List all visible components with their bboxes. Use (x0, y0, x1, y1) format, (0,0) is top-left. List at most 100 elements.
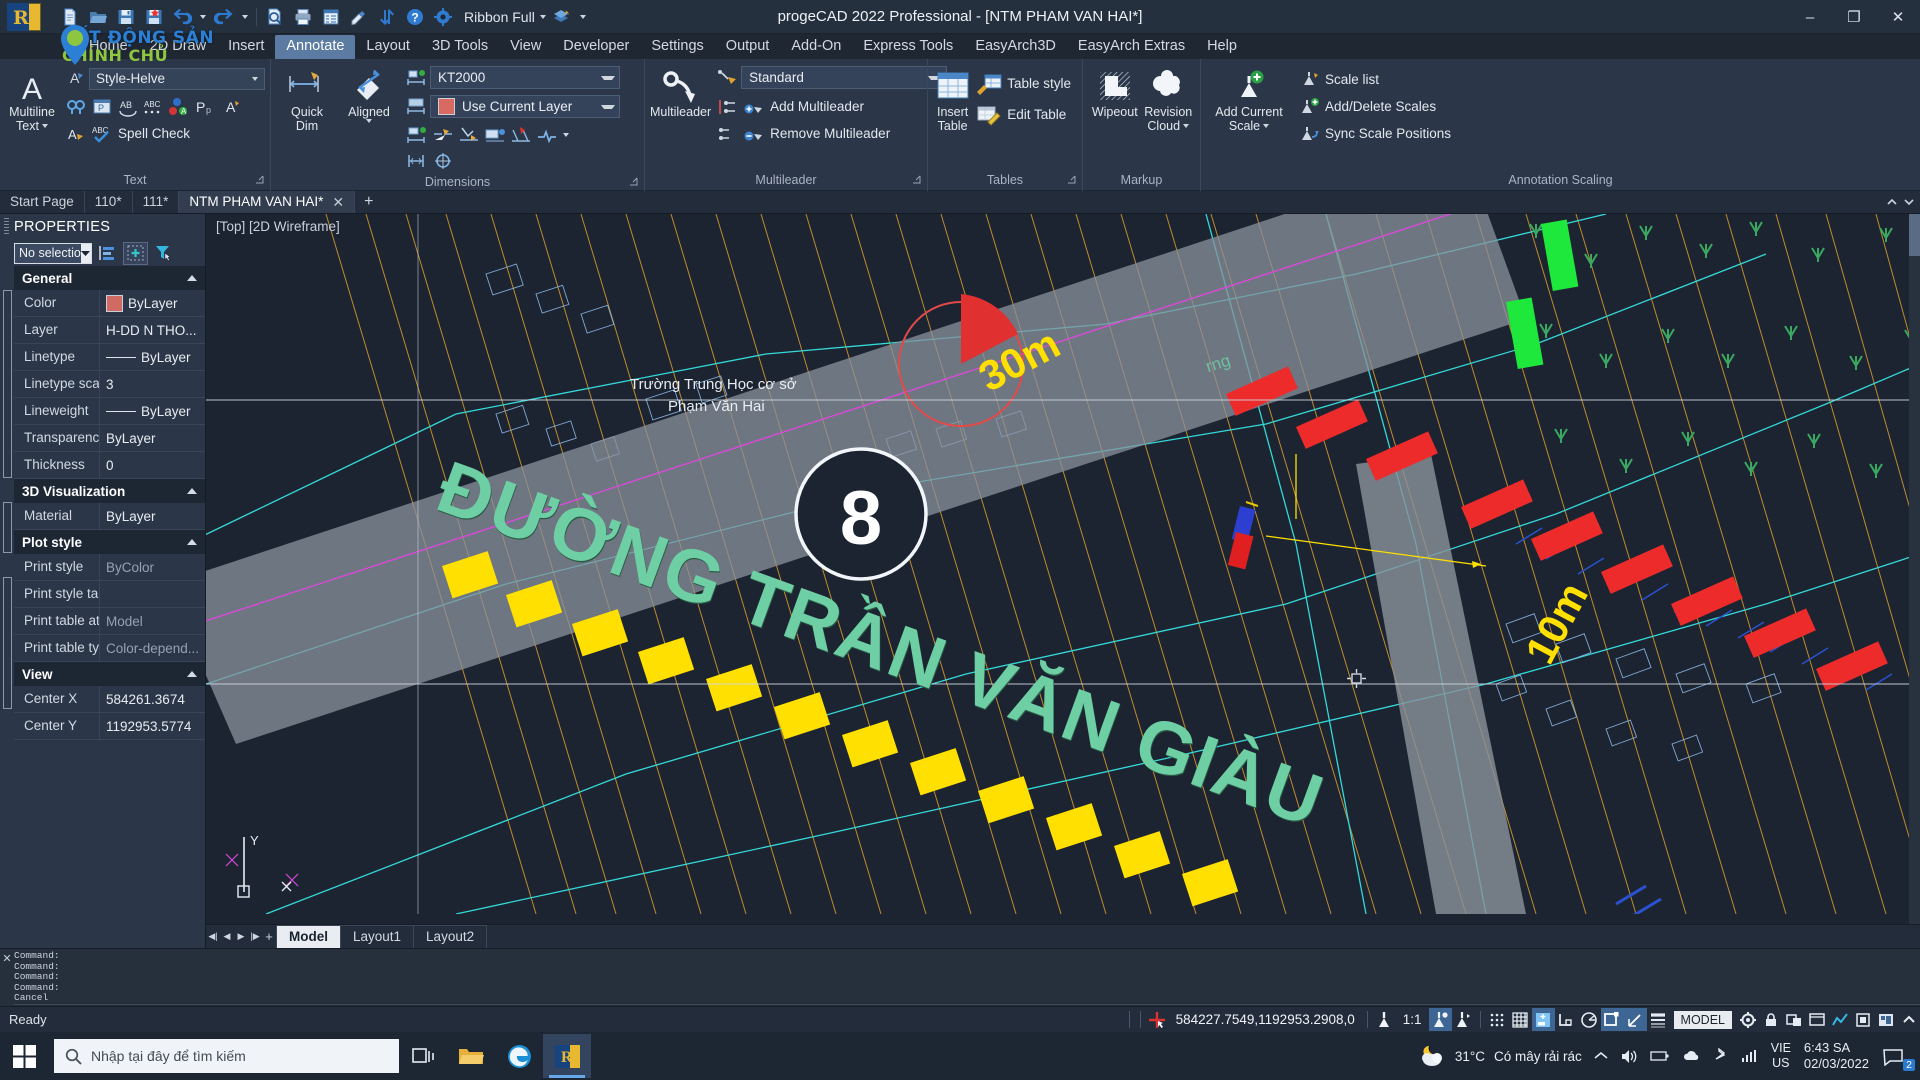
lock-icon[interactable] (1759, 1008, 1782, 1031)
insert-table-button[interactable]: Insert Table (933, 65, 972, 133)
panel-dialog-launcher-icon[interactable] (1067, 175, 1076, 184)
dim-update-icon[interactable] (456, 122, 481, 147)
model-tab[interactable]: Model (276, 925, 341, 948)
tab-add-on[interactable]: Add-On (780, 35, 852, 59)
ortho-icon[interactable] (1555, 1008, 1578, 1031)
network-icon[interactable] (1734, 1032, 1765, 1080)
layout2-tab[interactable]: Layout2 (413, 925, 488, 948)
tab-easyarch-extras[interactable]: EasyArch Extras (1067, 35, 1196, 59)
sync-icon[interactable] (374, 4, 400, 30)
text-explode-icon[interactable]: A (219, 94, 244, 119)
volume-icon[interactable] (1614, 1032, 1644, 1080)
close-button[interactable]: ✕ (1876, 0, 1920, 34)
aligned-dim-button[interactable]: Aligned (338, 65, 400, 123)
property-row-print-table-type[interactable]: Print table type Color-depend... (14, 635, 205, 662)
panel-dialog-launcher-icon[interactable] (912, 175, 921, 184)
property-row-center-x[interactable]: Center X 584261.3674 (14, 686, 205, 713)
language-indicator[interactable]: VIE US (1765, 1041, 1797, 1071)
undo-icon[interactable] (169, 4, 195, 30)
notifications-button[interactable]: 2 (1876, 1032, 1920, 1080)
minimize-button[interactable]: – (1788, 0, 1832, 34)
dim-more-icon[interactable] (560, 122, 572, 147)
property-row-layer[interactable]: Layer H-DD N THO... (14, 317, 205, 344)
property-row-lineweight[interactable]: Lineweight ByLayer (14, 398, 205, 425)
new-document-button[interactable]: + (355, 191, 382, 213)
layer-tools-icon[interactable] (548, 4, 574, 30)
dim-tolerance-icon[interactable] (404, 148, 429, 173)
dim-layer-combo[interactable]: Use Current Layer (430, 95, 620, 118)
progecad-icon[interactable]: R (543, 1034, 591, 1078)
annotation-icon[interactable] (1373, 1008, 1396, 1031)
panel-dialog-launcher-icon[interactable] (629, 177, 638, 186)
panel-dialog-launcher-icon[interactable] (255, 175, 264, 184)
save-as-icon[interactable] (141, 4, 167, 30)
command-window[interactable]: ✕ Command: Command: Command: Command: Ca… (0, 948, 1920, 1016)
help-icon[interactable]: ? (402, 4, 428, 30)
dim-jog-icon[interactable] (534, 122, 559, 147)
scale-list-button[interactable]: Scale list (1296, 67, 1915, 92)
quick-dim-button[interactable]: Quick Dim (276, 65, 338, 133)
tab-3d-tools[interactable]: 3D Tools (421, 35, 499, 59)
dim-break-icon[interactable] (404, 122, 429, 147)
annotation-scale[interactable]: 1:1 (1396, 1012, 1429, 1027)
cad-drawing[interactable]: 8 (206, 214, 1920, 914)
redo-dropdown-icon[interactable] (239, 4, 251, 30)
layout1-tab[interactable]: Layout1 (340, 925, 415, 948)
doc-tab-111[interactable]: 111* (133, 191, 180, 213)
text-color-change-icon[interactable]: A (167, 94, 192, 119)
add-multileader-button[interactable]: Add Multileader (741, 94, 870, 119)
object-snap-icon[interactable] (1600, 1008, 1624, 1031)
selection-combo[interactable]: No selectio (14, 242, 92, 264)
clean-screen-icon[interactable] (1805, 1008, 1828, 1031)
scroll-up-icon[interactable] (1885, 195, 1899, 209)
performance-icon[interactable] (1828, 1008, 1851, 1031)
bluetooth-icon[interactable] (1708, 1032, 1734, 1080)
dim-center-mark-icon[interactable] (430, 148, 455, 173)
dim-style-icon[interactable] (404, 65, 429, 90)
add-delete-scales-button[interactable]: Add/Delete Scales (1296, 94, 1915, 119)
first-layout-icon[interactable]: ◀| (206, 928, 220, 946)
onedrive-icon[interactable] (1676, 1032, 1708, 1080)
polar-tracking-icon[interactable] (1578, 1008, 1601, 1031)
battery-icon[interactable] (1644, 1032, 1676, 1080)
properties-icon[interactable] (318, 4, 344, 30)
tab-annotate[interactable]: Annotate (275, 35, 356, 59)
print-preview-icon[interactable] (262, 4, 288, 30)
dim-edit-icon[interactable] (482, 122, 507, 147)
property-row-print-style[interactable]: Print style ByColor (14, 554, 205, 581)
new-layout-icon[interactable]: + (262, 928, 276, 946)
property-row-print-table-attached[interactable]: Print table att... Model (14, 608, 205, 635)
hardware-accel-icon[interactable] (1851, 1008, 1874, 1031)
windows-start-icon[interactable] (0, 1032, 48, 1080)
spell-check-button[interactable]: ABC Spell Check (89, 121, 196, 146)
doc-tab-ntm-pham-van-hai[interactable]: NTM PHAM VAN HAI* ✕ (179, 191, 356, 213)
annotation-visibility-icon[interactable] (1428, 1008, 1452, 1031)
table-style-button[interactable]: Table style (974, 71, 1077, 96)
properties-group-general[interactable]: General (14, 266, 205, 290)
sync-scale-positions-button[interactable]: Sync Scale Positions (1296, 121, 1915, 146)
isolate-objects-icon[interactable] (1782, 1008, 1805, 1031)
wipeout-button[interactable]: Wipeout (1088, 65, 1142, 119)
properties-group-3d-visualization[interactable]: 3D Visualization (14, 479, 205, 503)
new-file-icon[interactable] (57, 4, 83, 30)
workspace-icon[interactable] (1874, 1008, 1897, 1031)
text-edit-icon[interactable]: P (89, 94, 114, 119)
text-style-icon[interactable]: A (63, 65, 88, 90)
text-convert-icon[interactable]: A (63, 121, 88, 146)
scroll-down-icon[interactable] (1902, 195, 1916, 209)
tab-developer[interactable]: Developer (552, 35, 640, 59)
annotation-autoscale-icon[interactable] (1452, 1008, 1475, 1031)
multileader-style-combo[interactable]: Standard (741, 66, 948, 89)
dim-oblique-icon[interactable] (508, 122, 533, 147)
find-text-icon[interactable] (63, 94, 88, 119)
redo-icon[interactable] (211, 4, 237, 30)
maximize-button[interactable]: ❐ (1832, 0, 1876, 34)
qat-more-icon[interactable] (576, 4, 590, 30)
chevron-down-icon[interactable] (80, 243, 91, 263)
property-row-print-style-table[interactable]: Print style table (14, 581, 205, 608)
tab-layout[interactable]: Layout (355, 35, 421, 59)
multileader-style-icon[interactable] (715, 65, 740, 90)
tab-help[interactable]: Help (1196, 35, 1248, 59)
property-row-center-y[interactable]: Center Y 1192953.5774 (14, 713, 205, 740)
dim-layer-icon[interactable] (404, 94, 429, 119)
